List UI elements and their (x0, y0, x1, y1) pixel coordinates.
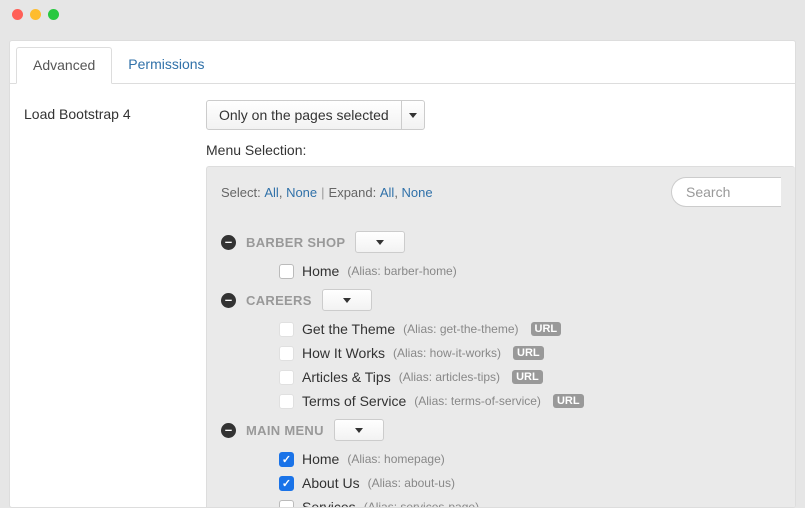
menu-item-row: ✓ About Us (Alias: about-us) (221, 471, 781, 495)
load-bootstrap-select[interactable]: Only on the pages selected (206, 100, 425, 130)
menu-group: –BARBER SHOP Home (Alias: barber-home) (221, 231, 781, 283)
chevron-down-icon (355, 428, 363, 433)
menu-item-alias: (Alias: articles-tips) (399, 370, 500, 384)
minimize-window-button[interactable] (30, 9, 41, 20)
menu-selection-label: Menu Selection: (206, 142, 795, 158)
group-action-select[interactable] (334, 419, 384, 441)
menu-item-checkbox[interactable]: ✓ (279, 452, 294, 467)
group-header: –BARBER SHOP (221, 231, 781, 253)
menu-item-label[interactable]: About Us (302, 475, 360, 491)
group-title: MAIN MENU (246, 423, 324, 438)
menu-item-row: ✓ Home (Alias: homepage) (221, 447, 781, 471)
settings-panel: Advanced Permissions Load Bootstrap 4 On… (9, 40, 796, 508)
menu-item-checkbox[interactable]: ✓ (279, 476, 294, 491)
menu-selection-box: Select: All, None | Expand: All, None Se… (206, 166, 795, 508)
group-header: –MAIN MENU (221, 419, 781, 441)
expand-label: Expand: (329, 185, 377, 200)
group-title: BARBER SHOP (246, 235, 345, 250)
menu-tree: –BARBER SHOPHome (Alias: barber-home)–CA… (207, 217, 795, 508)
url-badge: URL (513, 346, 544, 360)
search-input[interactable]: Search (671, 177, 781, 207)
menu-item-alias: (Alias: services-page) (364, 500, 479, 508)
menu-toolbar: Select: All, None | Expand: All, None Se… (207, 167, 795, 217)
collapse-icon[interactable]: – (221, 235, 236, 250)
maximize-window-button[interactable] (48, 9, 59, 20)
tab-permissions[interactable]: Permissions (112, 47, 220, 83)
menu-item-label[interactable]: Home (302, 263, 339, 279)
menu-item-checkbox[interactable] (279, 346, 294, 361)
expand-all-link[interactable]: All (380, 185, 394, 200)
select-label: Select: (221, 185, 261, 200)
group-action-select[interactable] (355, 231, 405, 253)
url-badge: URL (512, 370, 543, 384)
select-all-link[interactable]: All (264, 185, 278, 200)
toolbar-comma: , (279, 185, 286, 200)
menu-item-alias: (Alias: barber-home) (347, 264, 456, 278)
toolbar-comma-2: , (394, 185, 401, 200)
menu-item-row: Articles & Tips (Alias: articles-tips) UR… (221, 365, 781, 389)
group-header: –CAREERS (221, 289, 781, 311)
menu-item-label[interactable]: Home (302, 451, 339, 467)
menu-item-row: Get the Theme (Alias: get-the-theme) URL (221, 317, 781, 341)
field-label: Load Bootstrap 4 (24, 100, 206, 508)
menu-item-row: Home (Alias: barber-home) (221, 259, 781, 283)
menu-item-alias: (Alias: get-the-theme) (403, 322, 518, 336)
url-badge: URL (553, 394, 584, 408)
search-placeholder: Search (686, 184, 730, 200)
tab-advanced[interactable]: Advanced (16, 47, 112, 84)
chevron-down-icon (409, 113, 417, 118)
menu-item-checkbox[interactable] (279, 264, 294, 279)
menu-item-checkbox[interactable] (279, 370, 294, 385)
menu-group: –MAIN MENU ✓ Home (Alias: homepage) ✓ About … (221, 419, 781, 508)
chevron-down-icon (343, 298, 351, 303)
select-value: Only on the pages selected (207, 101, 402, 129)
menu-group: –CAREERS Get the Theme (Alias: get-the-th… (221, 289, 781, 413)
group-title: CAREERS (246, 293, 312, 308)
menu-item-label[interactable]: How It Works (302, 345, 385, 361)
window-titlebar (0, 0, 805, 28)
select-caret[interactable] (402, 101, 424, 129)
menu-item-row: Terms of Service (Alias: terms-of-servic… (221, 389, 781, 413)
menu-item-checkbox[interactable] (279, 394, 294, 409)
url-badge: URL (531, 322, 562, 336)
close-window-button[interactable] (12, 9, 23, 20)
menu-item-label[interactable]: Articles & Tips (302, 369, 391, 385)
expand-none-link[interactable]: None (402, 185, 433, 200)
group-action-select[interactable] (322, 289, 372, 311)
menu-item-row: Services (Alias: services-page) (221, 495, 781, 508)
menu-item-alias: (Alias: homepage) (347, 452, 444, 466)
menu-item-row: How It Works (Alias: how-it-works) URL (221, 341, 781, 365)
menu-item-label[interactable]: Get the Theme (302, 321, 395, 337)
menu-item-checkbox[interactable] (279, 322, 294, 337)
toolbar-separator: | (321, 185, 324, 200)
menu-item-label[interactable]: Terms of Service (302, 393, 406, 409)
collapse-icon[interactable]: – (221, 423, 236, 438)
menu-item-alias: (Alias: about-us) (368, 476, 455, 490)
tab-bar: Advanced Permissions (10, 41, 795, 84)
select-none-link[interactable]: None (286, 185, 317, 200)
menu-item-alias: (Alias: how-it-works) (393, 346, 501, 360)
menu-item-alias: (Alias: terms-of-service) (414, 394, 541, 408)
collapse-icon[interactable]: – (221, 293, 236, 308)
tab-content: Load Bootstrap 4 Only on the pages selec… (10, 84, 795, 508)
chevron-down-icon (376, 240, 384, 245)
